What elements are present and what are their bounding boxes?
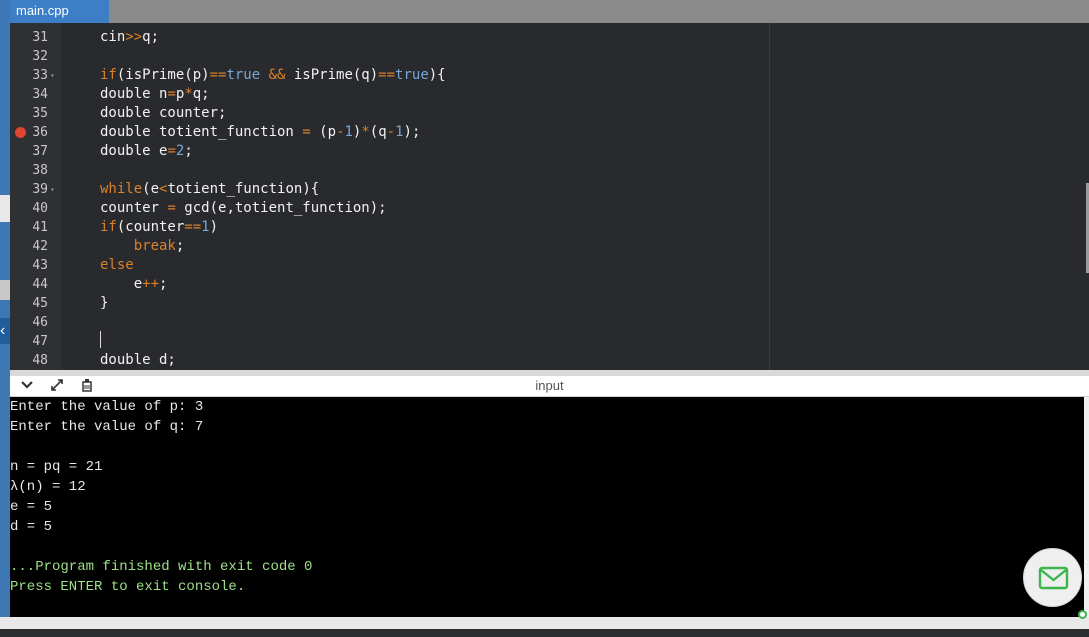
code-line[interactable]: 35 double counter; <box>10 104 1089 123</box>
code-line[interactable]: 42 break; <box>10 237 1089 256</box>
sidebar-arrow-icon[interactable]: ‹ <box>0 318 10 344</box>
console-line: ...Program finished with exit code 0 <box>10 559 313 575</box>
code-text: double totient_function = (p-1)*(q-1); <box>100 124 421 140</box>
line-number[interactable]: 34 <box>10 85 48 104</box>
line-number[interactable]: 41 <box>10 218 48 237</box>
line-number[interactable]: 37 <box>10 142 48 161</box>
console-line: λ(n) = 12 <box>10 479 86 495</box>
console-line: d = 5 <box>10 519 53 535</box>
code-line[interactable]: 39 ▾ while(e<totient_function){ <box>10 180 1089 199</box>
code-line[interactable]: 43 else <box>10 256 1089 275</box>
code-line[interactable]: 48 double d; <box>10 351 1089 370</box>
line-number[interactable]: 40 <box>10 199 48 218</box>
line-number[interactable]: 39 <box>10 180 48 199</box>
code-text: cin>>q; <box>100 29 160 45</box>
line-number[interactable]: 46 <box>10 313 48 332</box>
code-text: double counter; <box>100 105 227 121</box>
mail-button[interactable] <box>1023 548 1082 607</box>
mail-icon <box>1038 566 1069 590</box>
code-editor[interactable]: 31 cin>>q; 32 33 ▾ if(isPrime(p)==true && isP… <box>10 23 1089 370</box>
code-line[interactable]: 34 double n=p*q; <box>10 85 1089 104</box>
code-line[interactable]: 45} <box>10 294 1089 313</box>
text-cursor <box>100 331 101 348</box>
code-line[interactable]: 38 <box>10 161 1089 180</box>
code-text: e++; <box>100 276 168 292</box>
expand-arrows-icon[interactable] <box>48 378 66 394</box>
file-tab[interactable]: main.cpp <box>10 0 109 23</box>
fold-arrow-icon[interactable]: ▾ <box>50 180 55 199</box>
chevron-down-icon[interactable] <box>18 378 36 394</box>
line-number[interactable]: 38 <box>10 161 48 180</box>
code-text: counter = gcd(e,totient_function); <box>100 200 387 216</box>
code-line[interactable]: 33 ▾ if(isPrime(p)==true && isPrime(q)==tr… <box>10 66 1089 85</box>
code-line[interactable]: 47 <box>10 332 1089 351</box>
line-number[interactable]: 31 <box>10 28 48 47</box>
code-line[interactable]: 40 counter = gcd(e,totient_function); <box>10 199 1089 218</box>
code-text: if(counter==1) <box>100 219 219 235</box>
left-sidebar-strip: ‹ <box>0 0 10 637</box>
fold-arrow-icon[interactable]: ▾ <box>50 66 55 85</box>
status-dot-icon <box>1078 610 1087 619</box>
code-text: while(e<totient_function){ <box>100 181 320 197</box>
code-line[interactable]: 31 cin>>q; <box>10 28 1089 47</box>
line-number[interactable]: 42 <box>10 237 48 256</box>
line-number[interactable]: 48 <box>10 351 48 370</box>
code-line[interactable]: 37 double e=2; <box>10 142 1089 161</box>
code-line[interactable]: 44 e++; <box>10 275 1089 294</box>
line-number[interactable]: 43 <box>10 256 48 275</box>
console-toolbar: input <box>10 376 1089 397</box>
line-number[interactable]: 36 <box>10 123 48 142</box>
code-text: double n=p*q; <box>100 86 210 102</box>
line-number[interactable]: 44 <box>10 275 48 294</box>
line-number[interactable]: 32 <box>10 47 48 66</box>
code-text: } <box>100 295 109 311</box>
console-line: n = pq = 21 <box>10 459 103 475</box>
code-line[interactable]: 32 <box>10 47 1089 66</box>
console-line: Enter the value of p: 3 <box>10 399 204 415</box>
code-text: else <box>100 257 134 273</box>
line-number[interactable]: 47 <box>10 332 48 351</box>
console-line: Press ENTER to exit console. <box>10 579 246 595</box>
code-text: break; <box>133 238 185 254</box>
line-number[interactable]: 33 <box>10 66 48 85</box>
code-line[interactable]: 46 <box>10 313 1089 332</box>
sidebar-handle[interactable] <box>0 195 10 222</box>
code-line[interactable]: 36 double totient_function = (p-1)*(q-1); <box>10 123 1089 142</box>
console-scrollbar[interactable] <box>1084 397 1089 617</box>
code-line[interactable]: 41 if(counter==1) <box>10 218 1089 237</box>
file-tab-label: main.cpp <box>16 3 69 18</box>
console-line: e = 5 <box>10 499 53 515</box>
taskbar-strip <box>0 629 1089 637</box>
console-line: Enter the value of q: 7 <box>10 419 204 435</box>
line-number[interactable]: 35 <box>10 104 48 123</box>
code-text: double d; <box>100 352 176 368</box>
sidebar-marker <box>0 280 10 300</box>
clear-console-icon[interactable] <box>78 378 96 394</box>
tab-bar: main.cpp <box>10 0 1089 23</box>
line-number[interactable]: 45 <box>10 294 48 313</box>
code-text: if(isPrime(p)==true && isPrime(q)==true)… <box>100 67 446 83</box>
console-output[interactable]: Enter the value of p: 3 Enter the value o… <box>10 397 1084 617</box>
console-title: input <box>535 378 564 393</box>
code-text: double e=2; <box>100 143 193 159</box>
